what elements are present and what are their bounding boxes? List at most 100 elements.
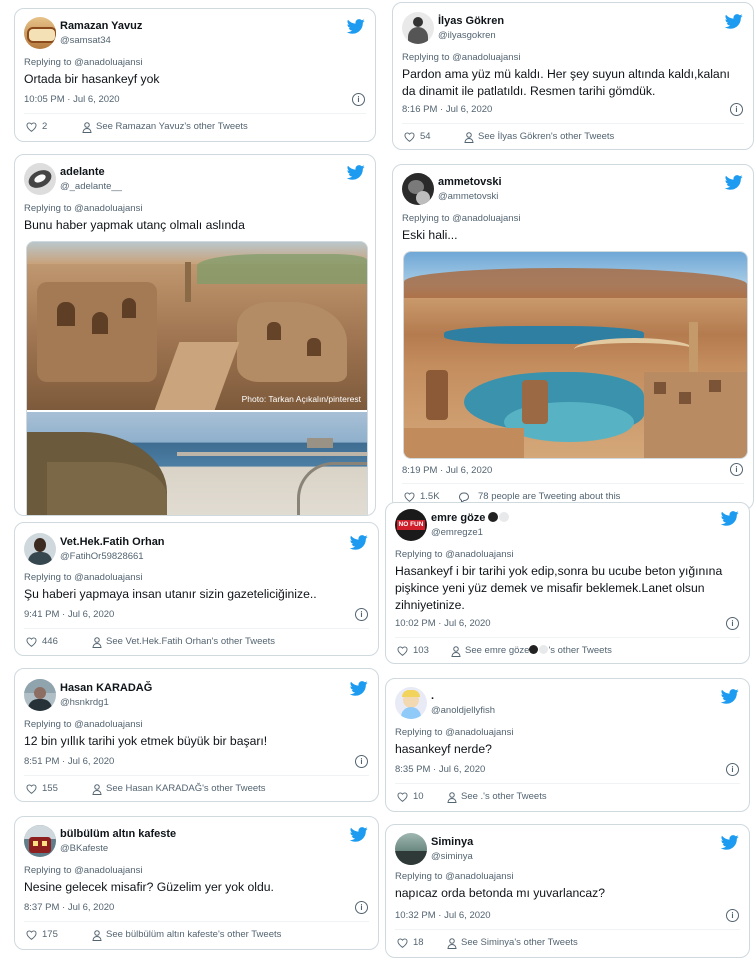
replying-to[interactable]: Replying to @anadoluajansi [402, 213, 520, 224]
user-name[interactable]: Hasan KARADAĞ [60, 682, 152, 694]
user-handle[interactable]: @emregze1 [431, 527, 483, 538]
tweet-card[interactable]: adelante @_adelante__ Replying to @anado… [14, 154, 376, 516]
avatar[interactable] [24, 163, 56, 195]
user-name[interactable]: Vet.Hek.Fatih Orhan [60, 536, 165, 548]
tweet-timestamp[interactable]: 8:19 PM · Jul 6, 2020 [402, 465, 492, 476]
user-handle[interactable]: @ammetovski [438, 191, 498, 202]
heart-icon[interactable] [404, 492, 415, 502]
tweet-timestamp[interactable]: 8:35 PM · Jul 6, 2020 [395, 764, 485, 775]
twitter-bird-icon[interactable] [347, 19, 365, 34]
tweet-card[interactable]: İlyas Gökren @ilyasgokren Replying to @a… [392, 2, 754, 150]
avatar[interactable] [395, 833, 427, 865]
user-name-row[interactable]: emre göze [431, 512, 510, 524]
see-other-tweets-link[interactable]: See .'s other Tweets [461, 791, 547, 802]
info-icon[interactable]: i [352, 93, 365, 106]
avatar[interactable]: NO FUN [395, 509, 427, 541]
heart-icon[interactable] [397, 938, 408, 948]
info-icon[interactable]: i [726, 763, 739, 776]
tweet-timestamp[interactable]: 9:41 PM · Jul 6, 2020 [24, 609, 114, 620]
see-other-tweets-link[interactable]: See Vet.Hek.Fatih Orhan's other Tweets [106, 636, 275, 647]
replying-to[interactable]: Replying to @anadoluajansi [24, 57, 142, 68]
see-other-tweets-link[interactable]: See İlyas Gökren's other Tweets [478, 131, 614, 142]
avatar[interactable] [24, 825, 56, 857]
tweet-timestamp[interactable]: 10:05 PM · Jul 6, 2020 [24, 94, 120, 105]
info-icon[interactable]: i [730, 463, 743, 476]
twitter-bird-icon[interactable] [350, 681, 368, 696]
user-name[interactable]: bülbülüm altın kafeste [60, 828, 176, 840]
info-icon[interactable]: i [355, 608, 368, 621]
twitter-bird-icon[interactable] [721, 511, 739, 526]
info-icon[interactable]: i [355, 901, 368, 914]
heart-icon[interactable] [26, 637, 37, 647]
avatar[interactable] [402, 173, 434, 205]
tweet-card[interactable]: . @anoldjellyfish Replying to @anadoluaj… [385, 678, 750, 812]
avatar[interactable] [24, 17, 56, 49]
avatar[interactable] [395, 687, 427, 719]
avatar[interactable] [24, 679, 56, 711]
heart-icon[interactable] [26, 784, 37, 794]
avatar[interactable] [402, 12, 434, 44]
twitter-bird-icon[interactable] [725, 14, 743, 29]
info-icon[interactable]: i [355, 755, 368, 768]
tweet-timestamp[interactable]: 8:37 PM · Jul 6, 2020 [24, 902, 114, 913]
twitter-bird-icon[interactable] [350, 827, 368, 842]
user-handle[interactable]: @FatihOr59828661 [60, 551, 144, 562]
twitter-bird-icon[interactable] [350, 535, 368, 550]
user-name[interactable]: Ramazan Yavuz [60, 20, 142, 32]
tweet-card[interactable]: Vet.Hek.Fatih Orhan @FatihOr59828661 Rep… [14, 522, 379, 656]
user-handle[interactable]: @hsnkrdg1 [60, 697, 109, 708]
heart-icon[interactable] [26, 930, 37, 940]
user-name[interactable]: . [431, 690, 434, 702]
user-name[interactable]: Siminya [431, 836, 473, 848]
tweet-card[interactable]: Siminya @siminya Replying to @anadoluaja… [385, 824, 750, 958]
tweet-image[interactable]: Photo: Tarkan Açıkalın/pinterest [26, 241, 368, 515]
avatar[interactable] [24, 533, 56, 565]
tweet-image[interactable] [403, 251, 748, 459]
replying-to[interactable]: Replying to @anadoluajansi [395, 549, 513, 560]
tweet-timestamp[interactable]: 8:16 PM · Jul 6, 2020 [402, 104, 492, 115]
heart-icon[interactable] [397, 646, 408, 656]
info-icon[interactable]: i [726, 909, 739, 922]
heart-icon[interactable] [397, 792, 408, 802]
see-other-tweets-link[interactable]: See bülbülüm altın kafeste's other Tweet… [106, 929, 281, 940]
see-other-tweets-link[interactable]: See Siminya's other Tweets [461, 937, 578, 948]
replying-to[interactable]: Replying to @anadoluajansi [24, 719, 142, 730]
tweet-timestamp[interactable]: 10:02 PM · Jul 6, 2020 [395, 618, 491, 629]
user-handle[interactable]: @BKafeste [60, 843, 108, 854]
twitter-bird-icon[interactable] [721, 835, 739, 850]
user-handle[interactable]: @samsat34 [60, 35, 111, 46]
replying-to[interactable]: Replying to @anadoluajansi [24, 572, 142, 583]
tweeting-about-link[interactable]: 78 people are Tweeting about this [478, 491, 620, 502]
info-icon[interactable]: i [726, 617, 739, 630]
twitter-bird-icon[interactable] [347, 165, 365, 180]
user-name[interactable]: İlyas Gökren [438, 15, 504, 27]
see-other-tweets-link[interactable]: See Ramazan Yavuz's other Tweets [96, 121, 248, 132]
heart-icon[interactable] [404, 132, 415, 142]
tweet-card[interactable]: Ramazan Yavuz @samsat34 Replying to @ana… [14, 8, 376, 142]
twitter-bird-icon[interactable] [721, 689, 739, 704]
info-icon[interactable]: i [730, 103, 743, 116]
replying-to[interactable]: Replying to @anadoluajansi [24, 865, 142, 876]
user-handle[interactable]: @anoldjellyfish [431, 705, 495, 716]
replying-to[interactable]: Replying to @anadoluajansi [24, 203, 142, 214]
replying-to[interactable]: Replying to @anadoluajansi [402, 52, 520, 63]
user-name[interactable]: emre göze [431, 512, 485, 524]
person-icon [451, 646, 461, 657]
replying-to[interactable]: Replying to @anadoluajansi [395, 727, 513, 738]
user-handle[interactable]: @siminya [431, 851, 473, 862]
user-name[interactable]: adelante [60, 166, 105, 178]
tweet-card[interactable]: bülbülüm altın kafeste @BKafeste Replyin… [14, 816, 379, 950]
tweet-card[interactable]: NO FUN emre göze @emregze1 Replying to @… [385, 502, 750, 664]
user-handle[interactable]: @_adelante__ [60, 181, 122, 192]
user-name[interactable]: ammetovski [438, 176, 502, 188]
tweet-card[interactable]: Hasan KARADAĞ @hsnkrdg1 Replying to @ana… [14, 668, 379, 802]
tweet-timestamp[interactable]: 10:32 PM · Jul 6, 2020 [395, 910, 491, 921]
tweet-card[interactable]: ammetovski @ammetovski Replying to @anad… [392, 164, 754, 510]
see-other-tweets-link[interactable]: See emre göze 's other Tweets [465, 645, 612, 656]
user-handle[interactable]: @ilyasgokren [438, 30, 496, 41]
heart-icon[interactable] [26, 122, 37, 132]
replying-to[interactable]: Replying to @anadoluajansi [395, 871, 513, 882]
see-other-tweets-link[interactable]: See Hasan KARADAĞ's other Tweets [106, 783, 266, 794]
twitter-bird-icon[interactable] [725, 175, 743, 190]
tweet-timestamp[interactable]: 8:51 PM · Jul 6, 2020 [24, 756, 114, 767]
